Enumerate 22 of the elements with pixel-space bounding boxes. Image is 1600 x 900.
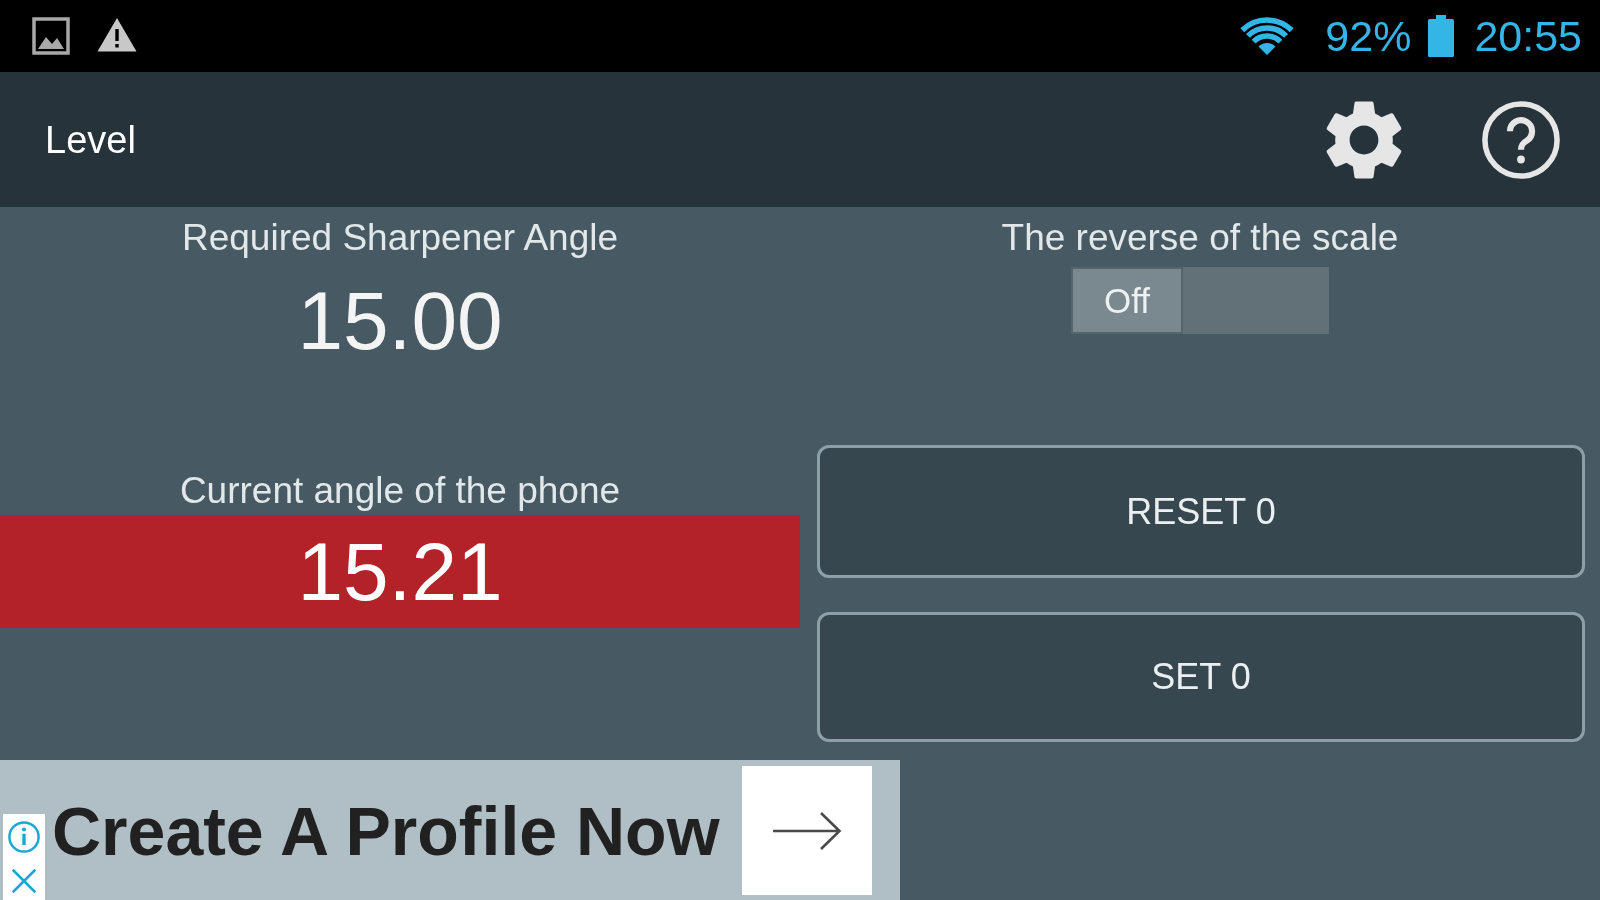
clock-time: 20:55 xyxy=(1474,11,1582,61)
action-button[interactable]: SET 0 xyxy=(817,612,1585,742)
help-icon[interactable] xyxy=(1482,100,1560,179)
warning-icon xyxy=(97,16,137,52)
current-angle-value: 15.21 xyxy=(297,526,503,617)
required-angle-value: 15.00 xyxy=(297,276,503,366)
info-icon[interactable] xyxy=(8,821,40,854)
wifi-icon xyxy=(1239,16,1296,56)
ad-arrow-button[interactable] xyxy=(742,766,872,895)
reverse-scale-label: The reverse of the scale xyxy=(1001,217,1399,259)
arrow-icon xyxy=(772,810,842,851)
current-angle-label: Current angle of the phone xyxy=(179,470,621,512)
app-title: Level xyxy=(45,117,136,162)
action-button[interactable]: RESET 0 xyxy=(817,445,1585,578)
battery-icon xyxy=(1428,15,1455,57)
ad-banner[interactable]: Create A Profile Now xyxy=(0,760,900,900)
battery-percentage: 92% xyxy=(1325,11,1412,61)
required-angle-label: Required Sharpener Angle xyxy=(181,217,619,259)
ad-headline: Create A Profile Now xyxy=(52,791,720,871)
settings-icon[interactable] xyxy=(1326,99,1402,180)
close-icon[interactable] xyxy=(11,867,37,894)
image-icon xyxy=(32,17,70,55)
